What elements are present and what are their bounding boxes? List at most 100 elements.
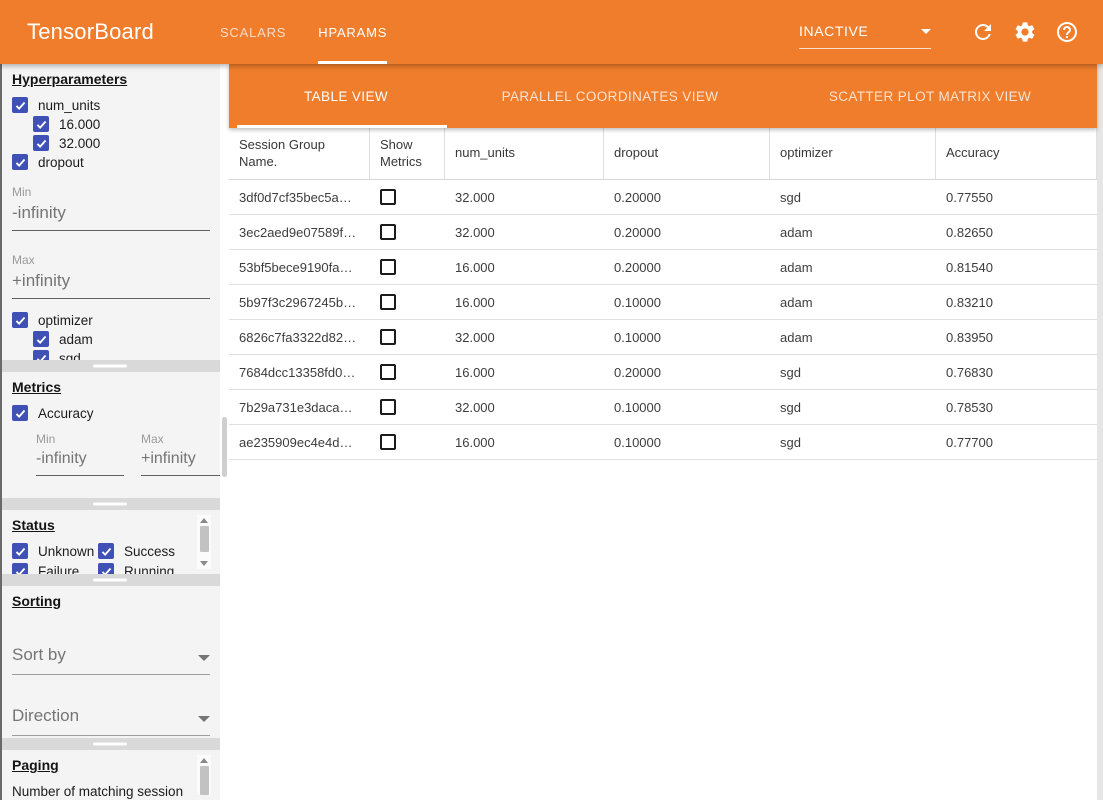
checkbox-label: optimizer bbox=[38, 313, 93, 328]
status-checkbox-row: Failure bbox=[12, 562, 98, 574]
show-metrics-checkbox[interactable] bbox=[380, 364, 396, 380]
checkbox-label: 16.000 bbox=[59, 117, 100, 132]
metric-max-input[interactable] bbox=[141, 448, 220, 476]
col-show-metrics: Show Metrics bbox=[370, 128, 445, 179]
checkbox-checked[interactable] bbox=[12, 154, 28, 170]
content-area: Hyperparameters num_units 16.000 bbox=[0, 64, 1103, 800]
tab-table-view[interactable]: TABLE VIEW bbox=[304, 64, 388, 128]
metric-max-field: Max bbox=[141, 432, 220, 476]
tab-parallel-coordinates-view[interactable]: PARALLEL COORDINATES VIEW bbox=[502, 64, 719, 128]
hparam-checkbox-row: num_units bbox=[12, 96, 210, 114]
metrics-heading: Metrics bbox=[12, 379, 210, 395]
hparams-main: TABLE VIEW PARALLEL COORDINATES VIEW SCA… bbox=[229, 64, 1097, 800]
checkbox-label: adam bbox=[59, 332, 93, 347]
tab-scatter-plot-matrix-view[interactable]: SCATTER PLOT MATRIX VIEW bbox=[829, 64, 1031, 128]
metric-min-input[interactable] bbox=[36, 448, 124, 476]
checkbox-label: Accuracy bbox=[38, 406, 94, 421]
show-metrics-checkbox[interactable] bbox=[380, 434, 396, 450]
num-units-cell: 16.000 bbox=[445, 250, 604, 284]
checkbox-checked[interactable] bbox=[12, 563, 28, 574]
metrics-minmax: Min Max bbox=[36, 432, 210, 476]
sidebar-scrollbar-thumb[interactable] bbox=[222, 417, 227, 477]
sorting-heading: Sorting bbox=[12, 593, 210, 609]
max-label: Max bbox=[12, 253, 210, 267]
status-checkbox-grid: Unknown Success Failure Running bbox=[12, 542, 194, 574]
table-row: 6826c7fa3322d82… 32.000 0.10000 adam 0.8… bbox=[229, 320, 1097, 355]
checkbox-checked[interactable] bbox=[33, 350, 49, 360]
scroll-up-icon[interactable] bbox=[200, 518, 208, 523]
checkbox-checked[interactable] bbox=[12, 543, 28, 559]
optimizer-cell: sgd bbox=[770, 355, 936, 389]
matching-groups-count: Number of matching session groups: 8 bbox=[12, 782, 192, 800]
paging-section: Paging Number of matching session groups… bbox=[0, 750, 220, 800]
direction-select[interactable]: Direction bbox=[12, 706, 210, 736]
accuracy-cell: 0.76830 bbox=[936, 355, 1097, 389]
view-tabs-bar: TABLE VIEW PARALLEL COORDINATES VIEW SCA… bbox=[229, 64, 1097, 128]
col-optimizer: optimizer bbox=[770, 128, 936, 179]
scrollbar-thumb[interactable] bbox=[200, 766, 209, 795]
status-scrollbar[interactable] bbox=[197, 515, 211, 569]
scroll-up-icon[interactable] bbox=[200, 758, 208, 763]
checkbox-label: Failure bbox=[38, 564, 79, 575]
scroll-down-icon[interactable] bbox=[200, 561, 208, 566]
session-group-name-cell: 6826c7fa3322d82… bbox=[229, 320, 370, 354]
hparam-checkbox-row: dropout bbox=[12, 153, 210, 171]
section-resize-handle[interactable] bbox=[0, 738, 220, 750]
show-metrics-checkbox[interactable] bbox=[380, 189, 396, 205]
help-icon[interactable] bbox=[1055, 20, 1079, 44]
min-label: Min bbox=[12, 185, 210, 199]
checkbox-checked[interactable] bbox=[33, 116, 49, 132]
checkbox-label: sgd bbox=[59, 351, 81, 361]
dropout-cell: 0.20000 bbox=[604, 355, 770, 389]
num-units-cell: 32.000 bbox=[445, 320, 604, 354]
table-row: 3ec2aed9e07589f… 32.000 0.20000 adam 0.8… bbox=[229, 215, 1097, 250]
refresh-icon[interactable] bbox=[971, 20, 995, 44]
chevron-down-icon bbox=[198, 716, 210, 722]
min-label: Min bbox=[36, 432, 124, 446]
scrollbar-thumb[interactable] bbox=[200, 526, 209, 552]
dropout-min-field: Min bbox=[12, 185, 210, 231]
table-row: ae235909ec4e4d… 16.000 0.10000 sgd 0.777… bbox=[229, 425, 1097, 460]
checkbox-checked[interactable] bbox=[12, 312, 28, 328]
session-group-name-cell: 5b97f3c2967245b… bbox=[229, 285, 370, 319]
table-row: 5b97f3c2967245b… 16.000 0.10000 adam 0.8… bbox=[229, 285, 1097, 320]
dropout-min-input[interactable] bbox=[12, 201, 210, 231]
section-resize-handle[interactable] bbox=[0, 574, 220, 586]
checkbox-label: Success bbox=[124, 544, 175, 559]
show-metrics-checkbox[interactable] bbox=[380, 259, 396, 275]
show-metrics-checkbox[interactable] bbox=[380, 294, 396, 310]
section-resize-handle[interactable] bbox=[0, 498, 220, 510]
checkbox-checked[interactable] bbox=[33, 135, 49, 151]
show-metrics-cell bbox=[370, 215, 445, 249]
settings-icon[interactable] bbox=[1013, 20, 1037, 44]
checkbox-checked[interactable] bbox=[12, 405, 28, 421]
show-metrics-checkbox[interactable] bbox=[380, 329, 396, 345]
window-left-edge bbox=[0, 64, 2, 800]
checkbox-checked[interactable] bbox=[12, 97, 28, 113]
show-metrics-checkbox[interactable] bbox=[380, 399, 396, 415]
numunits-checkbox-list: num_units 16.000 32.000 dropout bbox=[12, 96, 210, 171]
sort-by-select[interactable]: Sort by bbox=[12, 645, 210, 675]
hparams-sidebar: Hyperparameters num_units 16.000 bbox=[0, 64, 220, 800]
tab-scalars[interactable]: SCALARS bbox=[220, 0, 286, 64]
hparam-checkbox-row: optimizer bbox=[12, 311, 210, 329]
show-metrics-cell bbox=[370, 180, 445, 214]
checkbox-label: Unknown bbox=[38, 544, 94, 559]
paging-scrollbar[interactable] bbox=[197, 755, 211, 795]
checkbox-checked[interactable] bbox=[33, 331, 49, 347]
section-resize-handle[interactable] bbox=[0, 360, 220, 372]
session-group-name-cell: 7684dcc13358fd0… bbox=[229, 355, 370, 389]
checkbox-checked[interactable] bbox=[98, 543, 114, 559]
main-scrollbar-gutter[interactable] bbox=[1097, 64, 1103, 800]
optimizer-cell: sgd bbox=[770, 425, 936, 459]
run-status-select[interactable]: INACTIVE bbox=[799, 23, 931, 49]
accuracy-cell: 0.78530 bbox=[936, 390, 1097, 424]
dropout-max-input[interactable] bbox=[12, 269, 210, 299]
num-units-cell: 32.000 bbox=[445, 390, 604, 424]
hyperparameters-section: Hyperparameters num_units 16.000 bbox=[0, 64, 220, 360]
table-row: 7684dcc13358fd0… 16.000 0.20000 sgd 0.76… bbox=[229, 355, 1097, 390]
session-group-name-cell: 3ec2aed9e07589f… bbox=[229, 215, 370, 249]
checkbox-checked[interactable] bbox=[98, 563, 114, 574]
tab-hparams[interactable]: HPARAMS bbox=[318, 0, 387, 64]
show-metrics-checkbox[interactable] bbox=[380, 224, 396, 240]
